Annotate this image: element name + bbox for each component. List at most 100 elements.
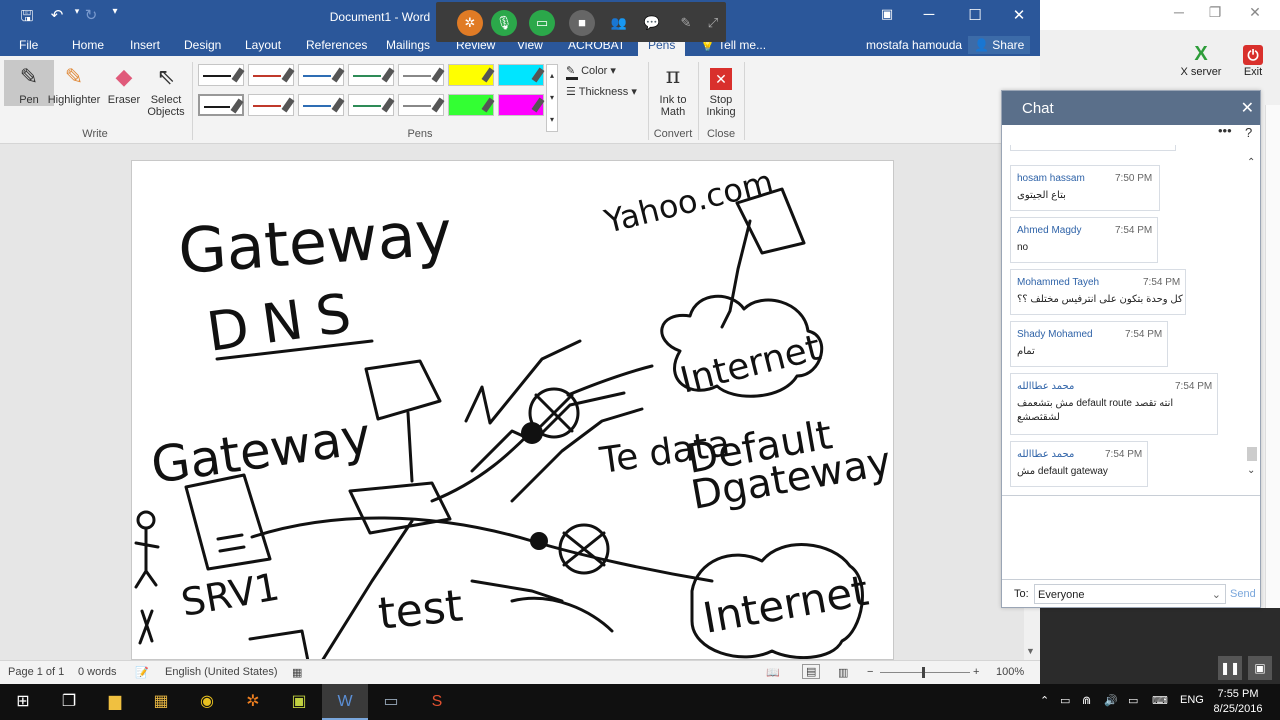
tab-layout[interactable]: Layout xyxy=(245,38,281,52)
redo-icon[interactable]: ↻ xyxy=(80,6,102,24)
network-icon[interactable]: ⋒ xyxy=(1082,694,1091,707)
help-icon[interactable]: ? xyxy=(1245,125,1252,140)
tab-references[interactable]: References xyxy=(306,38,367,52)
macro-icon[interactable]: ▦ xyxy=(292,666,302,679)
file-explorer-icon[interactable]: ▆ xyxy=(92,684,138,720)
stop-inking-button[interactable]: ✕ Stop Inking xyxy=(698,60,744,118)
pen-preset[interactable] xyxy=(248,64,295,86)
chrome-icon[interactable]: ◉ xyxy=(184,684,230,720)
task-view-icon[interactable]: ❐ xyxy=(46,684,92,720)
minimize-icon[interactable]: ─ xyxy=(1164,4,1194,20)
close-icon[interactable]: ✕ xyxy=(1240,4,1270,21)
webex-app-icon[interactable]: ✲ xyxy=(230,684,276,720)
ribbon-display-icon[interactable]: ▣ xyxy=(870,6,904,22)
microphone-icon[interactable]: 🎙 xyxy=(491,10,517,36)
webex-icon[interactable]: ✲ xyxy=(457,10,483,36)
scroll-down-icon[interactable]: ⌄ xyxy=(1247,465,1255,476)
annotate-icon[interactable]: ✎ xyxy=(673,10,699,36)
tab-home[interactable]: Home xyxy=(72,38,104,52)
word-icon[interactable]: W xyxy=(322,684,368,720)
send-button[interactable]: Send xyxy=(1230,588,1256,600)
pen-preset[interactable] xyxy=(348,64,395,86)
pen-preset[interactable] xyxy=(448,94,495,116)
undo-icon[interactable]: ↶ xyxy=(46,6,68,24)
volume-icon[interactable]: 🔊 xyxy=(1104,694,1118,707)
list-item: hosam hassam 7:50 PM بتاع الجيتوى xyxy=(1010,165,1160,211)
input-language[interactable]: ENG xyxy=(1180,694,1204,706)
clock[interactable]: 7:55 PM 8/25/2016 xyxy=(1212,687,1264,717)
share-button[interactable]: 👤 Share xyxy=(968,36,1031,54)
tab-insert[interactable]: Insert xyxy=(130,38,160,52)
background-window-caption: ─ ❐ ✕ xyxy=(1040,0,1280,30)
ink-to-math-button[interactable]: π Ink to Math xyxy=(650,60,696,118)
zoom-level[interactable]: 100% xyxy=(996,666,1024,678)
maximize-icon[interactable]: ☐ xyxy=(958,6,992,24)
zoom-slider-thumb[interactable] xyxy=(922,667,925,678)
tab-design[interactable]: Design xyxy=(184,38,221,52)
chevron-up-icon[interactable]: ⌃ xyxy=(1040,694,1049,707)
chat-message-input[interactable] xyxy=(1002,495,1260,579)
highlighter-tool[interactable]: ✎ Highlighter xyxy=(46,60,102,106)
pen-preset[interactable] xyxy=(398,64,445,86)
pen-preset[interactable] xyxy=(498,64,545,86)
battery-icon[interactable]: ▭ xyxy=(1060,694,1070,707)
expand-icon[interactable]: ⤢ xyxy=(700,10,726,36)
more-options-icon[interactable]: ••• xyxy=(1218,123,1232,138)
pen-tip-icon xyxy=(281,67,295,83)
zoom-in-icon[interactable]: + xyxy=(973,666,979,678)
tab-file[interactable]: File xyxy=(19,38,38,52)
app-icon[interactable]: S xyxy=(414,684,460,720)
pause-icon[interactable]: ❚❚ xyxy=(1218,656,1242,680)
close-icon[interactable]: ✕ xyxy=(1002,6,1036,24)
user-name[interactable]: mostafa hamouda xyxy=(866,38,962,52)
close-icon[interactable]: ✕ xyxy=(1241,98,1254,118)
scroll-thumb[interactable] xyxy=(1247,447,1257,461)
exit-button[interactable]: ⏻ Exit xyxy=(1228,42,1278,78)
tab-mailings[interactable]: Mailings xyxy=(386,38,430,52)
zoom-out-icon[interactable]: − xyxy=(867,666,873,678)
scroll-up-icon[interactable]: ⌃ xyxy=(1247,157,1255,168)
scroll-down-icon[interactable]: ▼ xyxy=(1026,646,1035,656)
word-count[interactable]: 0 words xyxy=(78,666,117,678)
pen-preset[interactable] xyxy=(448,64,495,86)
x-server-button[interactable]: X X server xyxy=(1176,42,1226,78)
web-layout-icon[interactable]: ▥ xyxy=(838,666,848,679)
thickness-button[interactable]: ☰ Thickness ▾ xyxy=(566,85,637,98)
pen-preset[interactable] xyxy=(398,94,445,116)
proofing-icon[interactable]: 📝 xyxy=(135,666,149,679)
video-camera-icon[interactable]: ■ xyxy=(569,10,595,36)
page-count[interactable]: Page 1 of 1 xyxy=(8,666,64,678)
picture-icon[interactable]: ▣ xyxy=(1248,656,1272,680)
customize-toolbar-icon[interactable]: ▾ xyxy=(104,6,126,17)
zoom-slider[interactable] xyxy=(880,672,970,673)
read-mode-icon[interactable]: 📖 xyxy=(766,666,780,679)
app-icon[interactable]: ▣ xyxy=(276,684,322,720)
restore-icon[interactable]: ❐ xyxy=(1200,4,1230,21)
pen-preset[interactable] xyxy=(248,94,295,116)
pen-preset[interactable] xyxy=(348,94,395,116)
pen-preset[interactable] xyxy=(198,64,245,86)
pens-gallery-scroll[interactable]: ▴ ▾ ▾ xyxy=(546,64,558,132)
network-app-icon[interactable]: ▦ xyxy=(138,684,184,720)
color-button[interactable]: ✎ Color ▾ xyxy=(566,64,616,80)
document-page[interactable]: Gateway DNS Yahoo.com Gateway Internet T… xyxy=(131,160,894,660)
pen-preset[interactable] xyxy=(298,64,345,86)
language-status[interactable]: English (United States) xyxy=(165,666,278,678)
select-objects-tool[interactable]: ⇖ Select Objects xyxy=(144,60,188,118)
chat-scrollbar[interactable]: ⌃ ⌄ xyxy=(1244,145,1260,495)
pen-preset[interactable] xyxy=(498,94,545,116)
print-layout-icon[interactable]: ▤ xyxy=(802,664,821,679)
pen-preset[interactable] xyxy=(298,94,345,116)
remote-desktop-icon[interactable]: ▭ xyxy=(368,684,414,720)
save-icon[interactable]: 🖫 xyxy=(16,6,38,31)
minimize-icon[interactable]: ─ xyxy=(912,6,946,23)
notification-icon[interactable]: ▭ xyxy=(1128,694,1138,707)
keyboard-icon[interactable]: ⌨ xyxy=(1152,694,1168,707)
recipient-select[interactable]: Everyone ⌄ xyxy=(1034,584,1226,604)
pen-preset[interactable] xyxy=(198,94,244,116)
participants-icon[interactable]: 👥 xyxy=(606,10,632,36)
chat-icon[interactable]: 💬 xyxy=(639,10,665,36)
share-screen-icon[interactable]: ▭ xyxy=(529,10,555,36)
windows-start-icon[interactable]: ⊞ xyxy=(0,684,46,720)
eraser-tool[interactable]: ◆ Eraser xyxy=(102,60,146,106)
